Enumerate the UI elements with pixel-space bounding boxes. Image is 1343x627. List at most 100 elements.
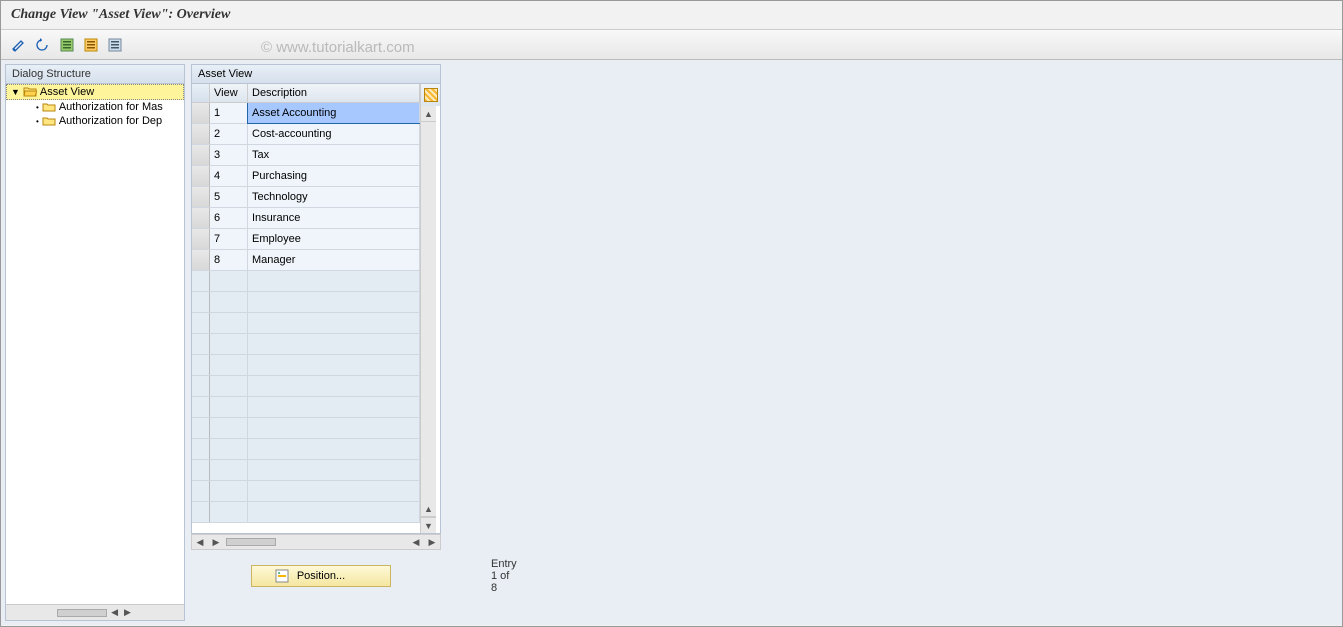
row-selector[interactable] <box>192 418 210 438</box>
cell-description[interactable] <box>248 460 420 480</box>
table-row[interactable]: 6Insurance <box>192 208 420 229</box>
cell-view[interactable] <box>210 313 248 333</box>
row-selector[interactable] <box>192 271 210 291</box>
deselect-all-button[interactable] <box>81 35 101 55</box>
scroll-thumb[interactable] <box>226 538 276 546</box>
table-row[interactable]: 1Asset Accounting <box>192 103 420 124</box>
row-selector[interactable] <box>192 250 210 270</box>
cell-description[interactable] <box>248 502 420 522</box>
table-row-empty[interactable] <box>192 460 420 481</box>
cell-view[interactable] <box>210 271 248 291</box>
cell-description[interactable]: Purchasing <box>248 166 420 186</box>
cell-description[interactable] <box>248 271 420 291</box>
tree-hscrollbar[interactable]: ◀ ▶ <box>6 604 184 620</box>
scroll-up-icon[interactable]: ▲ <box>421 106 436 122</box>
cell-description[interactable] <box>248 397 420 417</box>
cell-description[interactable]: Asset Accounting <box>248 103 420 123</box>
column-header-description[interactable]: Description <box>248 84 420 102</box>
table-row[interactable]: 5Technology <box>192 187 420 208</box>
position-button[interactable]: Position... <box>251 565 391 587</box>
table-row-empty[interactable] <box>192 502 420 523</box>
cell-description[interactable] <box>248 439 420 459</box>
scroll-track[interactable] <box>224 537 408 547</box>
cell-view[interactable] <box>210 460 248 480</box>
table-config-button[interactable] <box>420 84 440 106</box>
table-row[interactable]: 2Cost-accounting <box>192 124 420 145</box>
undo-button[interactable] <box>33 35 53 55</box>
horizontal-scrollbar[interactable]: ◀ ▶ ◀ ▶ <box>191 534 441 550</box>
table-row[interactable]: 7Employee <box>192 229 420 250</box>
cell-view[interactable] <box>210 481 248 501</box>
cell-view[interactable] <box>210 355 248 375</box>
cell-description[interactable] <box>248 481 420 501</box>
cell-view[interactable] <box>210 439 248 459</box>
row-selector[interactable] <box>192 376 210 396</box>
cell-description[interactable] <box>248 355 420 375</box>
scroll-right-icon[interactable]: ▶ <box>122 607 133 618</box>
select-all-button[interactable] <box>57 35 77 55</box>
table-row-empty[interactable] <box>192 334 420 355</box>
cell-description[interactable]: Insurance <box>248 208 420 228</box>
cell-view[interactable] <box>210 397 248 417</box>
cell-view[interactable]: 3 <box>210 145 248 165</box>
cell-view[interactable]: 2 <box>210 124 248 144</box>
toggle-change-mode-button[interactable] <box>9 35 29 55</box>
table-row-empty[interactable] <box>192 376 420 397</box>
tree-item-auth-depr[interactable]: • Authorization for Dep <box>6 114 184 128</box>
cell-description[interactable]: Cost-accounting <box>248 124 420 144</box>
scroll-right-icon[interactable]: ▶ <box>424 537 440 548</box>
cell-view[interactable] <box>210 502 248 522</box>
table-row[interactable]: 8Manager <box>192 250 420 271</box>
row-selector[interactable] <box>192 460 210 480</box>
cell-description[interactable]: Manager <box>248 250 420 270</box>
scroll-left-icon[interactable]: ◀ <box>109 607 120 618</box>
cell-view[interactable]: 8 <box>210 250 248 270</box>
tree-item-auth-master[interactable]: • Authorization for Mas <box>6 100 184 114</box>
row-selector[interactable] <box>192 145 210 165</box>
table-row-empty[interactable] <box>192 271 420 292</box>
vertical-scrollbar[interactable]: ▲ ▲ ▼ <box>420 106 436 533</box>
table-row-empty[interactable] <box>192 292 420 313</box>
tree-item-asset-view[interactable]: ▼ Asset View <box>6 84 184 100</box>
row-selector[interactable] <box>192 502 210 522</box>
cell-description[interactable]: Technology <box>248 187 420 207</box>
row-selector[interactable] <box>192 439 210 459</box>
cell-description[interactable] <box>248 418 420 438</box>
table-row-empty[interactable] <box>192 313 420 334</box>
table-row-empty[interactable] <box>192 439 420 460</box>
column-header-view[interactable]: View <box>210 84 248 102</box>
cell-view[interactable]: 5 <box>210 187 248 207</box>
cell-view[interactable]: 6 <box>210 208 248 228</box>
cell-view[interactable] <box>210 376 248 396</box>
scroll-down-icon[interactable]: ▼ <box>421 517 436 533</box>
scroll-left-icon[interactable]: ◀ <box>192 537 208 548</box>
scroll-up-step-icon[interactable]: ▲ <box>421 501 436 517</box>
row-selector[interactable] <box>192 229 210 249</box>
row-selector[interactable] <box>192 208 210 228</box>
cell-view[interactable]: 1 <box>210 103 248 123</box>
row-selector[interactable] <box>192 124 210 144</box>
cell-description[interactable] <box>248 334 420 354</box>
row-selector[interactable] <box>192 166 210 186</box>
row-selector[interactable] <box>192 334 210 354</box>
cell-view[interactable] <box>210 418 248 438</box>
cell-view[interactable]: 4 <box>210 166 248 186</box>
cell-description[interactable] <box>248 376 420 396</box>
row-selector[interactable] <box>192 481 210 501</box>
table-settings-button[interactable] <box>105 35 125 55</box>
table-row-empty[interactable] <box>192 355 420 376</box>
cell-description[interactable] <box>248 313 420 333</box>
cell-view[interactable] <box>210 334 248 354</box>
cell-view[interactable] <box>210 292 248 312</box>
row-selector[interactable] <box>192 397 210 417</box>
table-row[interactable]: 3Tax <box>192 145 420 166</box>
expand-icon[interactable]: ▼ <box>11 87 20 97</box>
row-selector[interactable] <box>192 103 210 123</box>
cell-description[interactable]: Tax <box>248 145 420 165</box>
row-selector-header[interactable] <box>192 84 210 102</box>
row-selector[interactable] <box>192 187 210 207</box>
cell-description[interactable]: Employee <box>248 229 420 249</box>
scroll-thumb[interactable] <box>57 609 107 617</box>
table-row[interactable]: 4Purchasing <box>192 166 420 187</box>
row-selector[interactable] <box>192 313 210 333</box>
